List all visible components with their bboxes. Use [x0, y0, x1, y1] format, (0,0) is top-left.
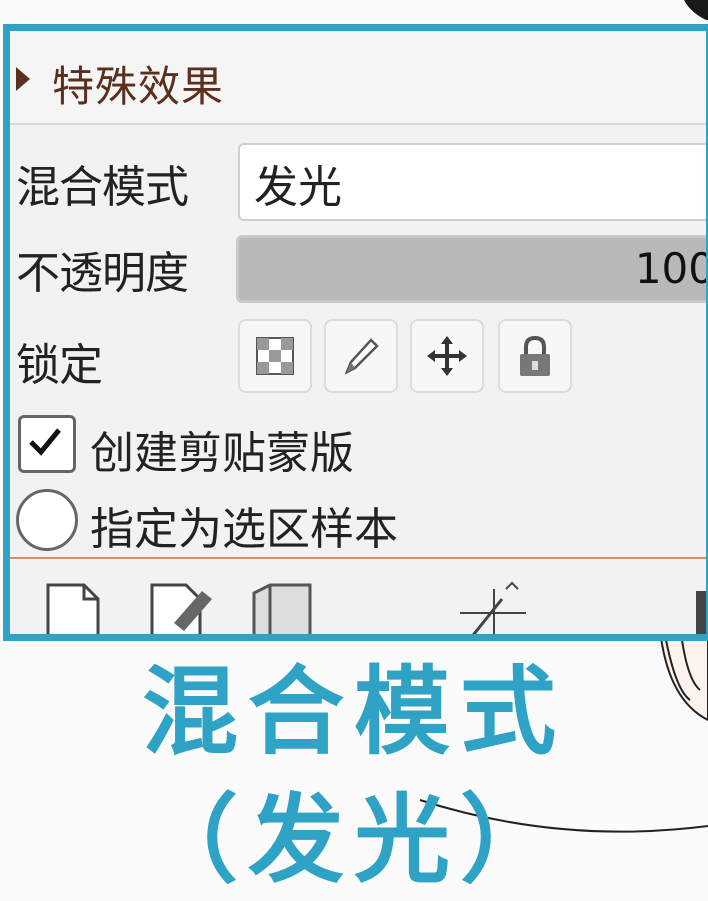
clipping-mask-checkbox[interactable]	[18, 415, 76, 473]
opacity-slider[interactable]: 100	[236, 235, 708, 303]
lock-paint-icon	[344, 338, 379, 375]
lock-transparency-icon	[256, 337, 294, 375]
caption-line-2: （发光）	[142, 784, 566, 896]
new-vector-layer-icon[interactable]	[146, 579, 216, 639]
clipping-mask-label: 创建剪贴蒙版	[90, 428, 354, 479]
new-folder-icon[interactable]	[248, 579, 318, 639]
scroll-edge	[696, 591, 706, 634]
effects-section-header[interactable]: 特殊效果	[10, 31, 706, 125]
lock-transparency-button[interactable]	[238, 319, 312, 393]
checkmark-icon	[29, 428, 61, 456]
lock-paint-button[interactable]	[324, 319, 398, 393]
lock-all-icon	[520, 335, 550, 376]
transform-icon[interactable]	[450, 579, 530, 639]
selection-sample-radio[interactable]	[16, 489, 78, 551]
blend-mode-label: 混合模式	[16, 162, 189, 213]
blend-mode-value: 发光	[254, 162, 342, 213]
blend-mode-select[interactable]: 发光	[238, 143, 706, 221]
lock-all-button[interactable]	[498, 319, 572, 393]
opacity-label: 不透明度	[16, 248, 189, 299]
divider	[10, 557, 706, 559]
opacity-value: 100	[634, 244, 708, 293]
new-layer-icon[interactable]	[40, 579, 106, 639]
selection-sample-label: 指定为选区样本	[90, 504, 398, 555]
caption-line-1: 混合模式	[142, 656, 566, 768]
collapse-triangle-icon[interactable]	[16, 67, 30, 91]
lock-move-button[interactable]	[410, 319, 484, 393]
lock-label: 锁定	[16, 340, 103, 391]
lock-move-icon	[427, 336, 467, 376]
section-title: 特殊效果	[52, 62, 225, 111]
layer-effects-panel: 特殊效果 混合模式 发光 不透明度 100 锁定 创建剪贴蒙版 指定为选区样本	[3, 24, 708, 641]
